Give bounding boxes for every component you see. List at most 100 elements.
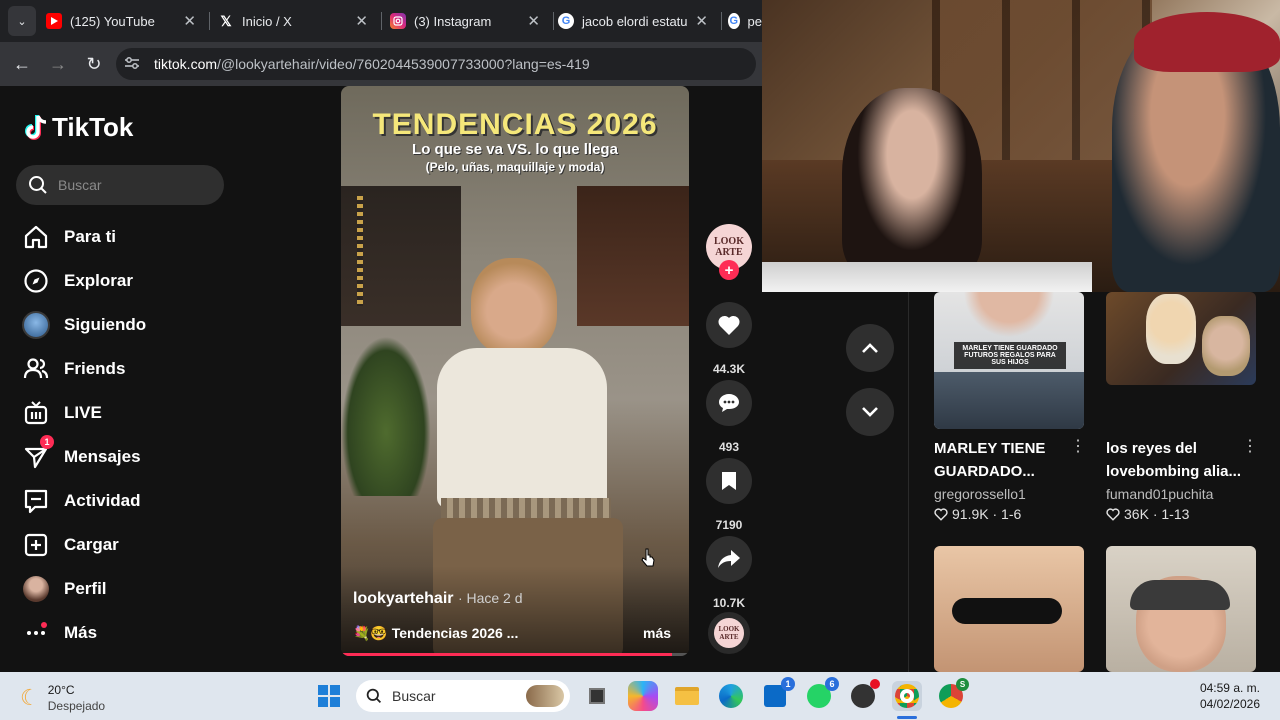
chevron-up-icon[interactable] bbox=[846, 324, 894, 372]
nav-mensajes[interactable]: 1 Mensajes bbox=[22, 435, 141, 471]
whatsapp-icon[interactable]: 6 bbox=[804, 677, 839, 711]
nav-label: Perfil bbox=[64, 579, 107, 598]
nav-perfil[interactable]: Perfil bbox=[22, 575, 107, 603]
more-link[interactable]: más bbox=[643, 625, 671, 641]
x-icon: 𝕏 bbox=[220, 12, 232, 29]
task-view-icon[interactable] bbox=[582, 681, 612, 711]
suggestion-title[interactable]: MARLEY TIENE GUARDADO... bbox=[934, 437, 1074, 483]
nav-label: Más bbox=[64, 623, 98, 642]
nav-label: Para ti bbox=[64, 227, 116, 246]
video-caption: 💐🤓 Tendencias 2026 ... bbox=[353, 625, 519, 641]
clock-date: 04/02/2026 bbox=[1199, 697, 1260, 711]
like-button[interactable]: 44.3K bbox=[706, 302, 752, 376]
close-icon[interactable]: ✕ bbox=[183, 12, 196, 30]
google-icon: G bbox=[728, 13, 740, 29]
whatsapp-badge: 6 bbox=[825, 677, 839, 691]
moon-icon: ☾ bbox=[20, 685, 40, 710]
url-path: /@lookyartehair/video/760204453900773300… bbox=[217, 56, 590, 72]
nav-mas[interactable]: Más bbox=[22, 619, 97, 647]
friends-icon bbox=[22, 355, 50, 383]
video-author[interactable]: lookyartehair · Hace 2 d bbox=[353, 590, 523, 608]
copilot-icon[interactable] bbox=[628, 681, 658, 711]
person-left bbox=[842, 88, 982, 278]
tab-instagram[interactable]: (3) Instagram ✕ bbox=[390, 6, 550, 36]
heart-outline-icon bbox=[1106, 507, 1120, 521]
tab-youtube[interactable]: (125) YouTube ✕ bbox=[46, 6, 206, 36]
plant-image bbox=[341, 336, 431, 496]
url-host: tiktok.com bbox=[154, 56, 218, 72]
search-icon bbox=[366, 688, 382, 704]
file-explorer-icon[interactable] bbox=[672, 681, 702, 711]
chrome-profile-icon[interactable]: S bbox=[936, 678, 969, 711]
obs-icon[interactable] bbox=[848, 679, 880, 711]
caption-gradient bbox=[341, 566, 689, 656]
chevron-down-icon[interactable] bbox=[846, 388, 894, 436]
nav-live[interactable]: LIVE bbox=[22, 399, 102, 427]
nav-actividad[interactable]: Actividad bbox=[22, 487, 141, 515]
presenter-head bbox=[471, 258, 557, 354]
clock[interactable]: 04:59 a. m. 04/02/2026 bbox=[1180, 680, 1260, 712]
close-icon[interactable]: ✕ bbox=[527, 12, 540, 30]
jacket-trim bbox=[357, 196, 363, 306]
suggestion-thumbnail[interactable] bbox=[1106, 546, 1256, 672]
nav-siguiendo[interactable]: Siguiendo bbox=[22, 311, 146, 339]
thumbnail-face-2 bbox=[1202, 316, 1250, 376]
windows-start-icon[interactable] bbox=[314, 681, 344, 711]
search-icon bbox=[29, 176, 47, 194]
tab-google-2[interactable]: G pe bbox=[728, 6, 762, 36]
thumbnail-face bbox=[1146, 294, 1196, 364]
forward-arrow-icon[interactable]: → bbox=[46, 52, 70, 76]
browser-tab-bar: ⌄ (125) YouTube ✕ 𝕏 Inicio / X ✕ (3) Ins… bbox=[0, 0, 762, 42]
follow-plus-icon[interactable]: + bbox=[719, 260, 739, 280]
reload-icon[interactable]: ↻ bbox=[82, 52, 106, 76]
edge-icon[interactable] bbox=[716, 681, 746, 711]
suggestion-thumbnail[interactable] bbox=[934, 546, 1084, 672]
comment-button[interactable]: 493 bbox=[706, 380, 752, 454]
mouse-cursor-icon bbox=[641, 548, 655, 573]
search-placeholder: Buscar bbox=[58, 177, 102, 193]
share-button[interactable]: 10.7K bbox=[706, 536, 752, 610]
chrome-icon[interactable] bbox=[892, 681, 922, 711]
video-time: · Hace 2 d bbox=[457, 590, 523, 606]
more-vertical-icon[interactable]: ⋮ bbox=[1070, 436, 1086, 456]
suggestion-author[interactable]: fumand01puchita bbox=[1106, 486, 1213, 502]
heart-icon bbox=[706, 302, 752, 348]
logo-text: TikTok bbox=[52, 112, 134, 142]
taskbar-search[interactable]: Buscar bbox=[356, 680, 570, 712]
nav-label: Cargar bbox=[64, 535, 119, 554]
tiktok-logo[interactable]: TikTok bbox=[24, 112, 133, 143]
tab-list-button[interactable]: ⌄ bbox=[8, 6, 36, 36]
suggestion-title[interactable]: los reyes del lovebombing alia... bbox=[1106, 437, 1246, 483]
thumbnail-cap bbox=[1130, 580, 1230, 610]
suggestion-author[interactable]: gregorossello1 bbox=[934, 486, 1026, 502]
nav-friends[interactable]: Friends bbox=[22, 355, 125, 383]
suggestion-likes: 91.9K bbox=[952, 506, 989, 522]
video-player[interactable]: TENDENCIAS 2026 Lo que se va VS. lo que … bbox=[341, 86, 689, 656]
nav-cargar[interactable]: Cargar bbox=[22, 531, 119, 559]
tab-title: (3) Instagram bbox=[414, 13, 492, 29]
tab-x[interactable]: 𝕏 Inicio / X ✕ bbox=[218, 6, 378, 36]
search-input[interactable]: Buscar bbox=[16, 165, 224, 205]
nav-explorar[interactable]: Explorar bbox=[22, 267, 133, 295]
nav-label: Explorar bbox=[64, 271, 133, 290]
more-vertical-icon[interactable]: ⋮ bbox=[1242, 436, 1258, 456]
video-progress-bar[interactable] bbox=[341, 653, 689, 656]
music-disc[interactable]: LOOK ARTE bbox=[706, 612, 752, 654]
site-info-icon[interactable] bbox=[124, 56, 140, 73]
address-bar[interactable]: tiktok.com/@lookyartehair/video/76020445… bbox=[116, 48, 756, 80]
close-icon[interactable]: ✕ bbox=[355, 12, 368, 30]
store-icon[interactable]: 1 bbox=[760, 677, 795, 711]
weather-widget[interactable]: ☾ 20°C Despejado bbox=[20, 682, 105, 714]
creator-avatar[interactable]: LOOK ARTE + bbox=[706, 224, 752, 280]
suggestion-thumbnail[interactable] bbox=[1106, 292, 1256, 385]
close-icon[interactable]: ✕ bbox=[695, 12, 708, 30]
nav-label: Friends bbox=[64, 359, 126, 378]
suggestion-thumbnail[interactable]: MARLEY TIENE GUARDADO FUTUROS REGALOS PA… bbox=[934, 292, 1084, 429]
profile-avatar-icon bbox=[22, 575, 50, 603]
messages-badge: 1 bbox=[40, 435, 54, 449]
save-button[interactable]: 7190 bbox=[706, 458, 752, 532]
tab-google-1[interactable]: G jacob elordi estatu ✕ bbox=[558, 6, 718, 36]
back-arrow-icon[interactable]: ← bbox=[10, 52, 34, 76]
nav-para-ti[interactable]: Para ti bbox=[22, 223, 116, 251]
share-count: 10.7K bbox=[712, 596, 746, 610]
